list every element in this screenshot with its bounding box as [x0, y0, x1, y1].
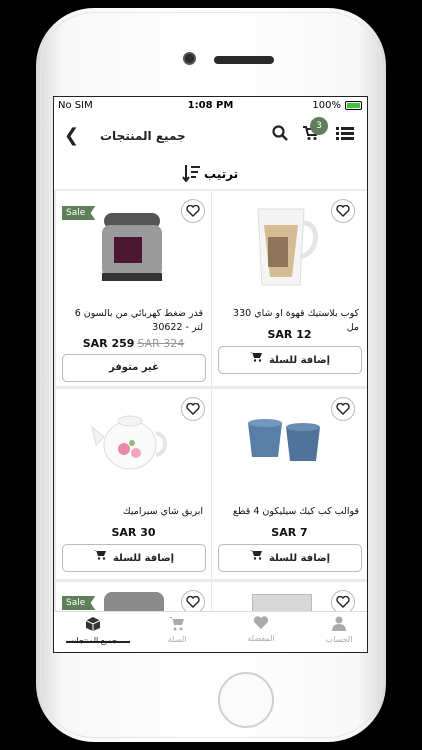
heart-icon	[226, 616, 296, 632]
tab-account[interactable]: الحساب	[304, 616, 367, 644]
sort-label: ترتيب	[204, 167, 239, 181]
back-arrow-icon[interactable]: ❮	[64, 125, 79, 146]
pressure-cooker-image	[102, 213, 162, 281]
favorite-heart-icon[interactable]	[181, 199, 205, 223]
add-to-cart-label: إضافة للسلة	[268, 553, 331, 564]
product-grid: Sale قدر ضغط كهربائي من بالسون 6 لتر - 3…	[54, 189, 367, 622]
product-card[interactable]: ابريق شاي سيراميك SAR 30 إضافة للسلة	[56, 389, 211, 579]
add-to-cart-button[interactable]: إضافة للسلة	[62, 544, 206, 572]
current-price: SAR 7	[271, 526, 308, 539]
top-app-bar: ❮ جميع المنتجات 3	[54, 115, 367, 157]
add-to-cart-button[interactable]: إضافة للسلة	[218, 544, 362, 572]
product-name[interactable]: ابريق شاي سيراميك	[63, 505, 203, 519]
current-price: SAR 30	[111, 526, 156, 539]
cart-plus-icon	[249, 545, 263, 571]
current-price: SAR 259	[82, 337, 135, 350]
product-card[interactable]: كوب بلاستيك قهوة او شاي 330 مل SAR 12 إض…	[212, 191, 367, 386]
tab-favorites[interactable]: المفضلة	[226, 616, 296, 643]
favorite-heart-icon[interactable]	[331, 199, 355, 223]
product-card[interactable]: قوالب كب كيك سيليكون 4 قطع SAR 7 إضافة ل…	[212, 389, 367, 579]
out-of-stock-button[interactable]: غير متوفر	[62, 354, 206, 382]
cart-plus-icon	[249, 347, 263, 373]
tab-cart[interactable]: السلة	[142, 616, 212, 644]
product-name[interactable]: قوالب كب كيك سيليكون 4 قطع	[219, 505, 359, 519]
cart-icon	[142, 616, 212, 633]
speaker-grille	[214, 56, 274, 64]
user-icon	[304, 616, 367, 633]
old-price: SAR 324	[137, 337, 185, 350]
favorite-heart-icon[interactable]	[181, 397, 205, 421]
active-tab-indicator	[66, 641, 130, 643]
menu-list-icon[interactable]	[336, 125, 354, 145]
tab-label: الحساب	[325, 635, 353, 644]
sort-bar[interactable]: ترتيب	[54, 159, 367, 189]
product-price: SAR 259 SAR 324	[56, 337, 211, 350]
battery-percent: 100%	[312, 100, 341, 111]
favorite-heart-icon[interactable]	[331, 397, 355, 421]
tab-label: المفضلة	[247, 634, 275, 643]
bottom-tab-bar: جميع المنتجات السلة المفضلة الحساب	[54, 611, 367, 652]
cupcake-molds-image	[248, 419, 320, 461]
product-card[interactable]: Sale قدر ضغط كهربائي من بالسون 6 لتر - 3…	[56, 191, 211, 386]
add-to-cart-label: إضافة للسلة	[268, 355, 331, 366]
mug-image	[257, 208, 318, 286]
search-icon[interactable]	[272, 125, 288, 145]
tab-label: السلة	[167, 635, 187, 644]
cart-count-badge: 3	[310, 117, 328, 135]
tab-all-products[interactable]: جميع المنتجات	[58, 616, 130, 645]
teapot-image	[91, 415, 167, 470]
add-to-cart-button[interactable]: إضافة للسلة	[218, 346, 362, 374]
box-icon	[58, 616, 128, 634]
page-title: جميع المنتجات	[100, 129, 186, 143]
home-button[interactable]	[218, 672, 274, 728]
product-name[interactable]: قدر ضغط كهربائي من بالسون 6 لتر - 30622	[63, 307, 203, 335]
sort-icon[interactable]	[182, 164, 200, 186]
current-price: SAR 12	[267, 328, 312, 341]
status-bar: No SIM 1:08 PM 100%	[54, 97, 367, 115]
app-screen: No SIM 1:08 PM 100% ❮ جميع المنتجات 3 تر…	[53, 96, 368, 653]
sale-badge: Sale	[62, 206, 96, 220]
battery-icon	[345, 101, 362, 110]
camera-icon	[183, 52, 196, 65]
add-to-cart-label: إضافة للسلة	[112, 553, 175, 564]
cart-plus-icon	[93, 545, 107, 571]
sale-badge: Sale	[62, 596, 96, 610]
